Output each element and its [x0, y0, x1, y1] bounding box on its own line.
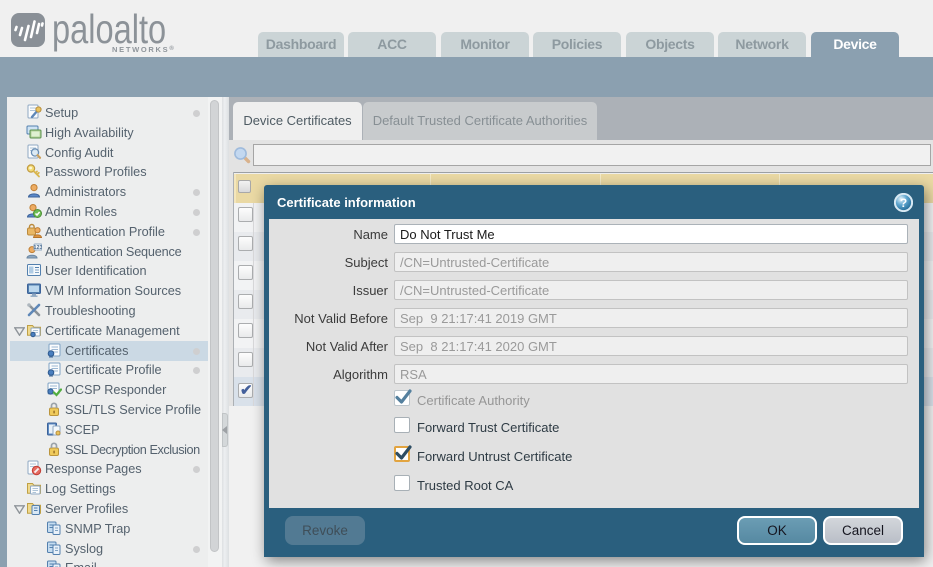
svg-text:123: 123 — [34, 245, 43, 251]
svg-text:?: ? — [900, 196, 907, 210]
